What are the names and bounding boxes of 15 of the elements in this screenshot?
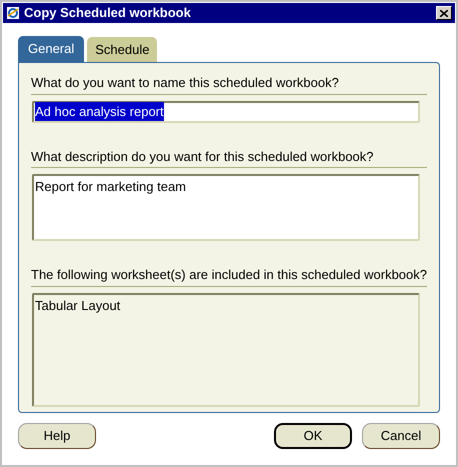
dialog-button[interactable]: Help bbox=[18, 423, 96, 449]
close-button[interactable] bbox=[436, 6, 452, 20]
window-title: Copy Scheduled workbook bbox=[24, 4, 192, 22]
list-item[interactable]: Tabular Layout bbox=[35, 296, 417, 315]
tab[interactable]: General bbox=[18, 36, 84, 62]
field-label: What description do you want for this scheduled workbook? bbox=[31, 146, 427, 168]
field-label: What do you want to name this scheduled workbook? bbox=[31, 73, 427, 94]
description-field[interactable]: Report for marketing team bbox=[32, 174, 420, 241]
dialog-button[interactable]: Cancel bbox=[362, 423, 440, 449]
name-field[interactable]: Ad hoc analysis report bbox=[32, 100, 420, 122]
app-icon bbox=[6, 6, 20, 20]
tab[interactable]: Schedule bbox=[87, 37, 158, 62]
close-icon bbox=[440, 10, 448, 16]
dialog-button[interactable]: OK bbox=[274, 423, 352, 449]
field-label: The following worksheet(s) are included in this scheduled workbook? bbox=[31, 265, 427, 286]
